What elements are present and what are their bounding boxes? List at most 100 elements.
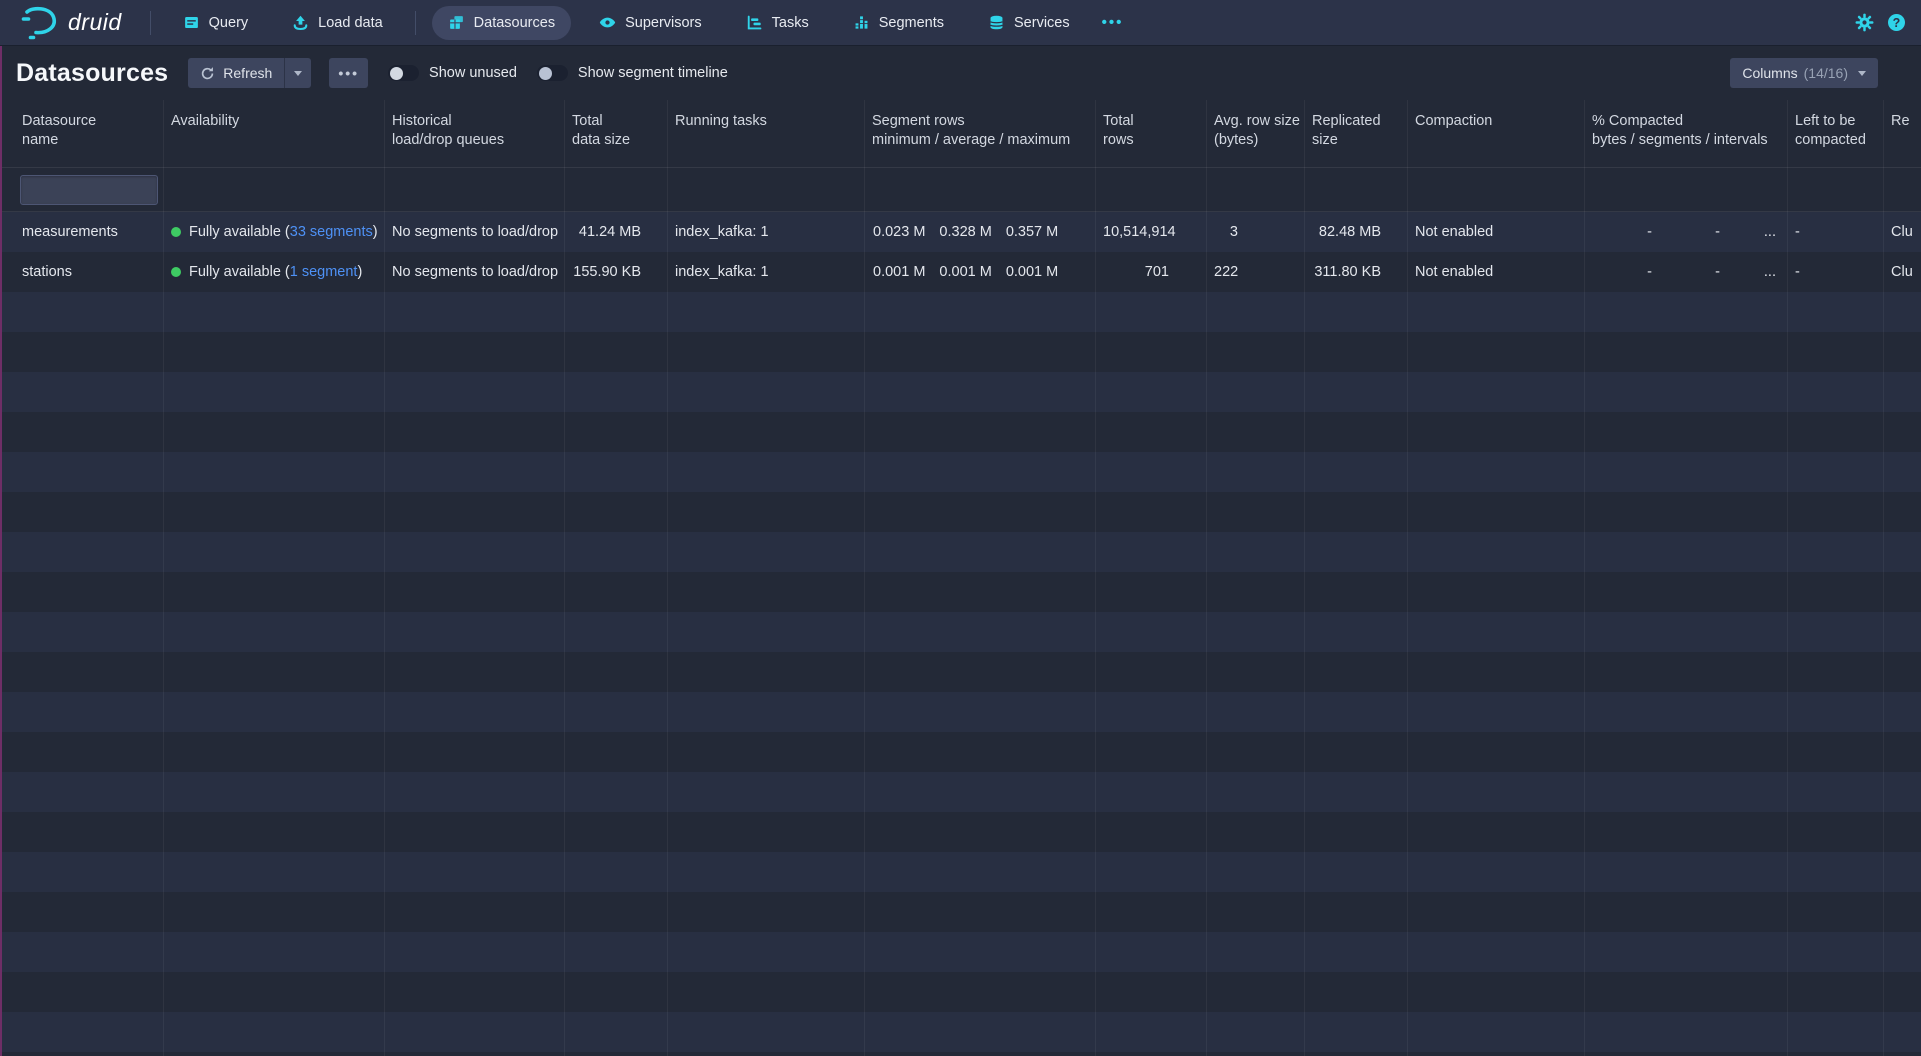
datasources-table: Datasourcename Availability Historicallo… (0, 100, 1921, 1056)
nav-tab-query[interactable]: Query (167, 6, 265, 40)
top-navbar: druid Query Load data (0, 0, 1921, 46)
refresh-button-group: Refresh (188, 58, 311, 88)
column-header-retention[interactable]: Re (1883, 100, 1921, 167)
segment-rows-cell: 0.001 M0.001 M0.001 M (864, 264, 1095, 280)
left-to-be-compacted-cell: - (1787, 264, 1883, 280)
compaction-cell: Not enabled (1407, 264, 1584, 280)
columns-button[interactable]: Columns (14/16) (1730, 58, 1878, 88)
column-divider (384, 100, 385, 1056)
nav-tab-supervisors[interactable]: Supervisors (583, 6, 718, 40)
column-divider (1095, 100, 1096, 1056)
column-header-running-tasks[interactable]: Running tasks (667, 100, 864, 167)
column-divider (667, 100, 668, 1056)
datasource-name-cell: measurements (0, 224, 163, 240)
pct-compacted-cell: --... (1584, 224, 1787, 240)
column-header-total-data-size[interactable]: Totaldata size (564, 100, 667, 167)
availability-text: Fully available ( (189, 224, 290, 240)
chevron-down-icon (1858, 71, 1866, 76)
availability-text: ) (357, 264, 362, 280)
column-header-avg-row-size[interactable]: Avg. row size(bytes) (1206, 100, 1304, 167)
table-row[interactable]: stations Fully available (1 segment) No … (0, 252, 1921, 292)
show-unused-toggle[interactable]: Show unused (388, 65, 517, 81)
replicated-size-cell: 311.80 KB (1304, 264, 1407, 280)
refresh-button[interactable]: Refresh (188, 58, 284, 88)
avg-row-size-cell: 3 (1206, 224, 1304, 240)
column-header-replicated-size[interactable]: Replicatedsize (1304, 100, 1407, 167)
availability-text: ) (373, 224, 378, 240)
nav-tab-services[interactable]: Services (972, 6, 1086, 40)
toggle-knob (539, 67, 552, 80)
refresh-interval-dropdown[interactable] (284, 58, 311, 88)
datasource-name-filter-input[interactable] (20, 175, 158, 205)
nav-tab-load-data[interactable]: Load data (276, 6, 399, 40)
segments-link[interactable]: 1 segment (290, 264, 358, 280)
more-actions-button[interactable]: ••• (329, 58, 368, 88)
column-header-pct-compacted[interactable]: % Compactedbytes / segments / intervals (1584, 100, 1787, 167)
gantt-icon (746, 14, 763, 31)
datasource-name-cell: stations (0, 264, 163, 280)
load-drop-cell: No segments to load/drop (384, 264, 564, 280)
total-rows-cell: 10,514,914 (1095, 224, 1206, 240)
eye-icon (599, 14, 616, 31)
window-accent-edge (0, 46, 2, 1056)
column-header-compaction[interactable]: Compaction (1407, 100, 1584, 167)
column-divider (1883, 100, 1884, 1056)
column-header-left-to-be-compacted[interactable]: Left to becompacted (1787, 100, 1883, 167)
refresh-icon (200, 66, 215, 81)
druid-console: druid Query Load data (0, 0, 1921, 1056)
segment-rows-cell: 0.023 M0.328 M0.357 M (864, 224, 1095, 240)
columns-count: (14/16) (1804, 65, 1848, 81)
column-divider (1407, 100, 1408, 1056)
column-divider (1304, 100, 1305, 1056)
cloud-upload-icon (292, 14, 309, 31)
replicated-size-cell: 82.48 MB (1304, 224, 1407, 240)
datasources-icon (448, 14, 465, 31)
compaction-cell: Not enabled (1407, 224, 1584, 240)
column-divider (163, 100, 164, 1056)
stacked-chart-icon (853, 14, 870, 31)
toggle-knob (390, 67, 403, 80)
total-data-size-cell: 41.24 MB (564, 224, 667, 240)
nav-divider (415, 11, 416, 35)
page-title: Datasources (16, 59, 168, 88)
column-header-segment-rows[interactable]: Segment rowsminimum / average / maximum (864, 100, 1095, 167)
column-header-total-rows[interactable]: Totalrows (1095, 100, 1206, 167)
more-ellipsis-icon: ••• (338, 65, 359, 81)
nav-tab-label: Load data (318, 15, 383, 31)
column-divider (1206, 100, 1207, 1056)
query-icon (183, 14, 200, 31)
show-unused-label: Show unused (429, 65, 517, 81)
column-header-availability[interactable]: Availability (163, 100, 384, 167)
settings-button[interactable] (1855, 13, 1874, 32)
nav-tab-label: Supervisors (625, 15, 702, 31)
nav-tab-segments[interactable]: Segments (837, 6, 960, 40)
nav-tab-label: Tasks (772, 15, 809, 31)
column-header-datasource-name[interactable]: Datasourcename (0, 100, 163, 167)
table-header-row: Datasourcename Availability Historicallo… (0, 100, 1921, 168)
available-status-icon (171, 227, 181, 237)
available-status-icon (171, 267, 181, 277)
pct-compacted-cell: --... (1584, 264, 1787, 280)
nav-divider (150, 11, 151, 35)
segments-link[interactable]: 33 segments (290, 224, 373, 240)
left-to-be-compacted-cell: - (1787, 224, 1883, 240)
table-filter-row (0, 168, 1921, 212)
avg-row-size-cell: 222 (1206, 264, 1304, 280)
table-row[interactable]: measurements Fully available (33 segment… (0, 212, 1921, 252)
show-segment-timeline-toggle[interactable]: Show segment timeline (537, 65, 728, 81)
column-header-historical-queues[interactable]: Historicalload/drop queues (384, 100, 564, 167)
logo-text: druid (68, 9, 122, 36)
nav-more-button[interactable]: ••• (1092, 14, 1134, 31)
help-icon: ? (1893, 16, 1901, 30)
nav-tab-label: Segments (879, 15, 944, 31)
total-rows-cell: 701 (1095, 264, 1206, 280)
nav-tab-tasks[interactable]: Tasks (730, 6, 825, 40)
nav-tab-label: Services (1014, 15, 1070, 31)
nav-tab-datasources[interactable]: Datasources (432, 6, 571, 40)
help-button[interactable]: ? (1888, 14, 1905, 31)
column-divider (864, 100, 865, 1056)
load-drop-cell: No segments to load/drop (384, 224, 564, 240)
availability-text: Fully available ( (189, 264, 290, 280)
druid-logo[interactable]: druid (0, 6, 140, 40)
nav-tab-label: Query (209, 15, 249, 31)
